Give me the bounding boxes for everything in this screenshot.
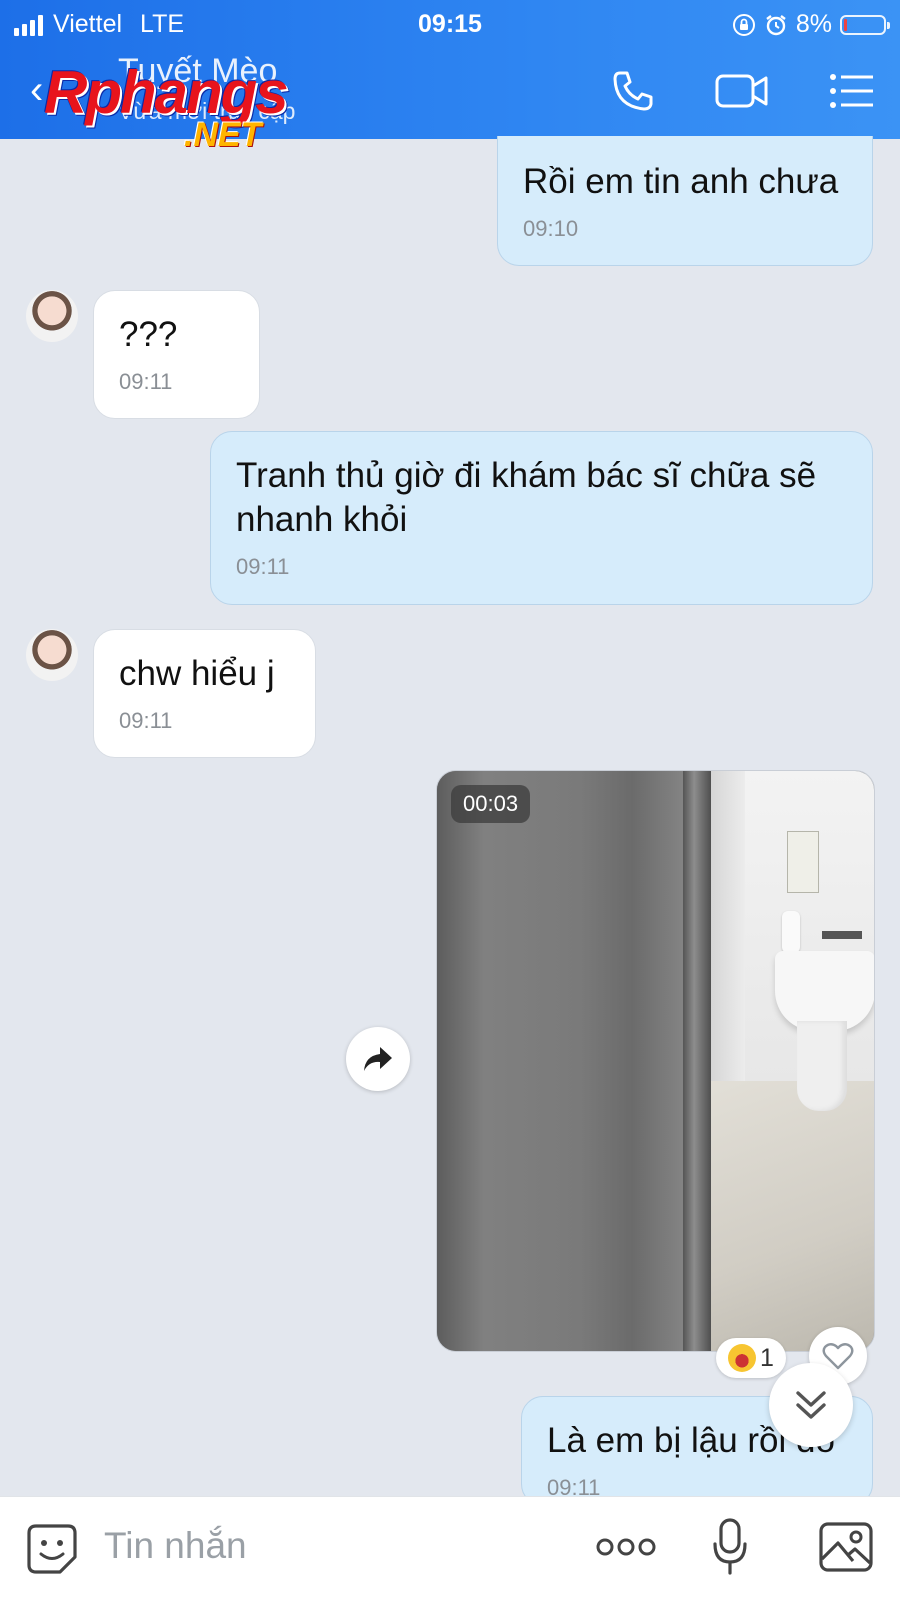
laugh-emoji-icon	[728, 1344, 757, 1372]
message-time: 09:11	[236, 554, 290, 579]
contact-avatar[interactable]	[26, 290, 78, 342]
message-input-bar: Tin nhắn	[0, 1496, 900, 1601]
message-bubble-outgoing[interactable]: Rồi em tin anh chưa 09:10	[497, 136, 873, 266]
chat-header: Viettel LTE 09:15 8% ‹ Tuyết Mèo Vừa mới…	[0, 0, 900, 154]
video-frame-door	[437, 771, 697, 1351]
message-text: chw hiểu j	[119, 654, 275, 693]
battery-icon	[840, 14, 890, 35]
message-time: 09:11	[119, 369, 173, 394]
orientation-lock-icon	[732, 13, 755, 36]
scroll-to-bottom-button[interactable]	[769, 1363, 853, 1447]
watermark-domain: .NET	[184, 116, 262, 154]
menu-list-icon[interactable]	[828, 68, 876, 114]
forward-arrow-icon	[364, 1047, 392, 1071]
more-options-icon[interactable]	[596, 1535, 656, 1559]
double-chevron-down-icon	[796, 1391, 826, 1419]
video-call-icon[interactable]	[714, 68, 770, 114]
video-frame-pedestal	[797, 1021, 847, 1111]
sticker-icon[interactable]	[26, 1523, 78, 1575]
message-bubble-outgoing[interactable]: Tranh thủ giờ đi khám bác sĩ chữa sẽ nha…	[210, 431, 873, 605]
nav-bar: ‹ Tuyết Mèo Vừa mới truy cập Rphangs .NE…	[0, 50, 900, 154]
video-frame-tap	[822, 931, 862, 939]
reaction-count: 1	[760, 1343, 774, 1372]
image-gallery-icon[interactable]	[818, 1521, 874, 1573]
video-duration-badge: 00:03	[451, 785, 531, 823]
message-text: Tranh thủ giờ đi khám bác sĩ chữa sẽ nha…	[236, 456, 817, 539]
message-text: ???	[119, 315, 178, 354]
video-frame-doorway	[705, 771, 745, 1081]
battery-percent: 8%	[795, 10, 832, 38]
message-bubble-incoming[interactable]: ??? 09:11	[93, 290, 260, 419]
message-time: 09:10	[523, 216, 579, 241]
contact-avatar[interactable]	[26, 629, 78, 681]
alarm-icon	[766, 14, 786, 35]
message-bubble-incoming[interactable]: chw hiểu j 09:11	[93, 629, 316, 758]
message-input[interactable]: Tin nhắn	[104, 1525, 247, 1567]
message-time: 09:11	[119, 708, 173, 733]
phone-call-icon[interactable]	[610, 68, 656, 114]
message-text: Rồi em tin anh chưa	[523, 162, 839, 201]
reaction-summary[interactable]: 1	[716, 1338, 786, 1378]
microphone-icon[interactable]	[712, 1517, 748, 1577]
video-message[interactable]: 00:03	[436, 770, 875, 1352]
video-frame-sink	[775, 951, 874, 1031]
video-frame-soap	[782, 911, 800, 953]
back-button[interactable]: ‹	[30, 68, 43, 113]
forward-button[interactable]	[346, 1027, 410, 1091]
watermark-logo: Rphangs .NET	[44, 58, 314, 158]
video-frame-edge	[683, 771, 711, 1351]
status-bar: Viettel LTE 09:15 8%	[0, 6, 900, 40]
video-frame-floor	[705, 1081, 874, 1351]
video-frame-sign	[787, 831, 819, 893]
